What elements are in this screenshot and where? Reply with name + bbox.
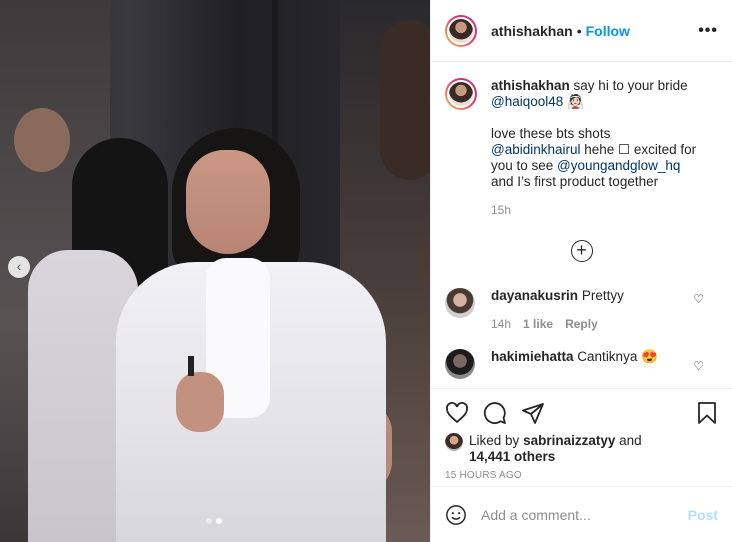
caption-line1: say hi to your bride: [573, 78, 688, 93]
author-avatar[interactable]: [445, 14, 477, 47]
carousel-prev-button[interactable]: ‹: [8, 256, 30, 278]
plus-circle-icon[interactable]: +: [570, 240, 593, 262]
mention-link[interactable]: @abidinkhairul: [491, 142, 581, 157]
caption-username[interactable]: athishakhan: [491, 78, 570, 93]
comment-heart-icon[interactable]: ♡: [693, 359, 704, 373]
liker-avatar[interactable]: [445, 433, 463, 451]
likes-count[interactable]: 14,441 others: [469, 449, 555, 464]
comment-username[interactable]: dayanakusrin: [491, 288, 578, 303]
subject-hands: [176, 372, 224, 432]
likes-and: and: [619, 433, 642, 448]
commenter-avatar[interactable]: [445, 349, 475, 379]
load-more-comments[interactable]: +: [445, 240, 718, 262]
carousel-dot-2: [216, 518, 222, 524]
post-header: athishakhan • Follow •••: [431, 0, 732, 62]
comment-likes[interactable]: 1 like: [523, 317, 553, 331]
likes-summary: Liked by sabrinaizzatyy and 14,441 other…: [445, 433, 718, 465]
author-username[interactable]: athishakhan: [491, 23, 573, 39]
comment-username[interactable]: hakimiehatta: [491, 349, 574, 364]
emoji-icon[interactable]: [445, 504, 467, 526]
paper-plane-icon[interactable]: [521, 401, 545, 425]
post-timestamp[interactable]: 15 HOURS AGO: [445, 470, 718, 481]
caption-avatar[interactable]: [445, 78, 477, 110]
post-photo[interactable]: ‹: [0, 0, 430, 542]
header-separator: •: [576, 22, 582, 39]
bg-person-right: [380, 20, 430, 180]
subject-lipstick: [188, 356, 194, 376]
mention-link[interactable]: @haiqool48: [491, 94, 563, 109]
comment-item: hakimiehatta Cantiknya 😍 ♡: [445, 349, 718, 379]
comments-section[interactable]: athishakhan say hi to your bride @haiqoo…: [431, 62, 732, 388]
follow-button[interactable]: Follow: [586, 23, 630, 39]
heart-icon[interactable]: [445, 401, 469, 425]
comment-text: Prettyy: [581, 288, 624, 303]
caption-para2: love these bts shots: [491, 126, 611, 141]
post-caption: athishakhan say hi to your bride @haiqoo…: [445, 78, 718, 218]
comment-heart-icon[interactable]: ♡: [693, 292, 704, 306]
caption-para2-end: and I’s first product together: [491, 174, 659, 189]
post-side-panel: athishakhan • Follow ••• athishakhan say…: [430, 0, 732, 542]
liker-username[interactable]: sabrinaizzatyy: [523, 433, 615, 448]
comment-item: dayanakusrin Prettyy 14h 1 like Reply ♡: [445, 288, 718, 331]
bookmark-icon[interactable]: [696, 401, 718, 425]
reply-button[interactable]: Reply: [565, 317, 598, 331]
commenter-avatar[interactable]: [445, 288, 475, 318]
carousel-dot-1: [206, 518, 212, 524]
post-comment-button[interactable]: Post: [688, 507, 718, 523]
carousel-dots: [206, 518, 222, 524]
add-comment-bar: Add a comment... Post: [431, 486, 732, 542]
add-comment-input[interactable]: Add a comment...: [481, 507, 688, 523]
comment-icon[interactable]: [483, 401, 507, 425]
bg-person-head: [14, 108, 70, 172]
mention-link[interactable]: @youngandglow_hq: [557, 158, 680, 173]
post-actions: Liked by sabrinaizzatyy and 14,441 other…: [431, 388, 732, 482]
comment-text: Cantiknya 😍: [577, 349, 658, 364]
bride-emoji: 👰🏻: [567, 94, 584, 109]
caption-time[interactable]: 15h: [491, 202, 718, 218]
liked-by-label: Liked by: [469, 433, 520, 448]
subject-face: [186, 150, 270, 254]
comment-time[interactable]: 14h: [491, 317, 511, 331]
more-options-icon[interactable]: •••: [698, 22, 718, 40]
